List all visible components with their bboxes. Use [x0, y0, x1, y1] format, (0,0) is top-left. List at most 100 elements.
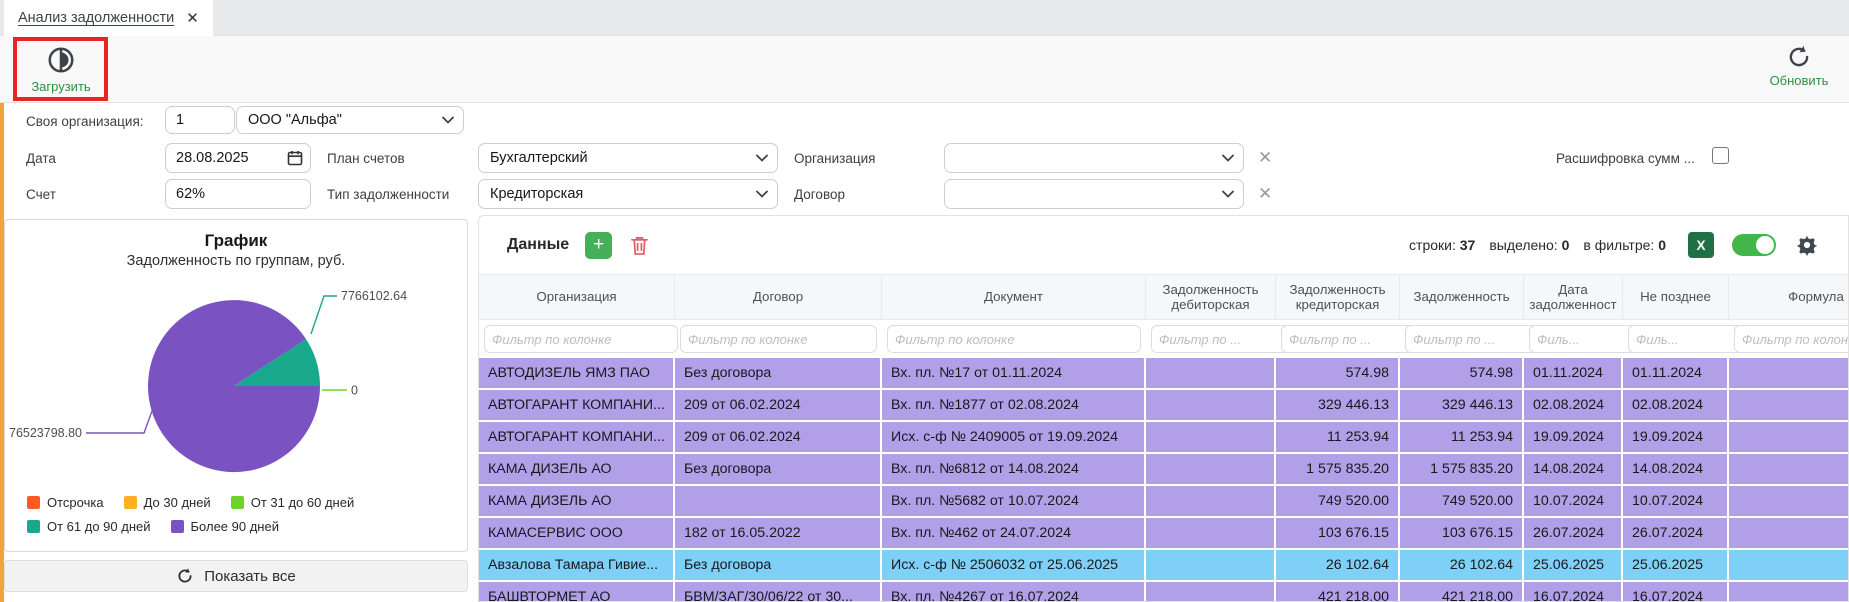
column-header-due_date[interactable]: Не позднее: [1623, 275, 1729, 319]
tab-debt-analysis[interactable]: Анализ задолженности ✕: [4, 0, 213, 36]
filter-cell: [1276, 320, 1400, 358]
tab-title: Анализ задолженности: [18, 10, 174, 26]
cell-due_date: 01.11.2024: [1623, 358, 1729, 390]
table-row[interactable]: БАШВТОРМЕТ АОБВМ/ЗАГ/30/06/22 от 30...Вх…: [479, 582, 1849, 602]
cell-due_date: 02.08.2024: [1623, 390, 1729, 422]
sum-decode-label: Расшифровка сумм ...: [1556, 151, 1695, 166]
pie-slice-more-90[interactable]: [148, 300, 320, 472]
table-toggle-switch[interactable]: [1732, 234, 1776, 256]
filter-cell: [882, 320, 1146, 358]
table-row[interactable]: Авзалова Тамара Гивие...Без договораИсх.…: [479, 550, 1849, 582]
top-toolbar: Загрузить Обновить: [0, 36, 1849, 103]
callout-line-61-90: [311, 296, 337, 334]
table-row[interactable]: АВТОДИЗЕЛЬ ЯМЗ ПАОБез договораВх. пл. №1…: [479, 358, 1849, 390]
column-header-contract[interactable]: Договор: [675, 275, 882, 319]
column-filter-input[interactable]: [895, 332, 1133, 347]
cell-debt: 749 520.00: [1400, 486, 1524, 518]
debt-type-select[interactable]: Кредиторская: [478, 179, 778, 209]
column-header-org[interactable]: Организация: [479, 275, 675, 319]
legend-label: От 31 до 60 дней: [251, 495, 355, 510]
legend-item[interactable]: От 61 до 90 дней: [27, 519, 151, 534]
add-row-button[interactable]: +: [585, 232, 612, 259]
filter-cell: [1623, 320, 1729, 358]
column-filter-input[interactable]: [492, 332, 670, 347]
table-row[interactable]: КАМА ДИЗЕЛЬ АОБез договораВх. пл. №6812 …: [479, 454, 1849, 486]
filter-cell: [1146, 320, 1276, 358]
table-body: АВТОДИЗЕЛЬ ЯМЗ ПАОБез договораВх. пл. №1…: [479, 358, 1848, 602]
gear-icon[interactable]: [1796, 234, 1818, 256]
cell-debit: [1146, 550, 1276, 582]
cell-doc: Вх. пл. №462 от 24.07.2024: [882, 518, 1146, 550]
cell-debt: 11 253.94: [1400, 422, 1524, 454]
cell-org: АВТОГАРАНТ КОМПАНИ...: [479, 422, 675, 454]
cell-debt: 574.98: [1400, 358, 1524, 390]
org-select[interactable]: [944, 143, 1244, 173]
legend-item[interactable]: Отсрочка: [27, 495, 104, 510]
cell-doc: Вх. пл. №1877 от 02.08.2024: [882, 390, 1146, 422]
cell-org: БАШВТОРМЕТ АО: [479, 582, 675, 602]
column-header-debt_date[interactable]: Дата задолженност: [1524, 275, 1623, 319]
delete-row-button[interactable]: [630, 235, 649, 256]
cell-contract: 209 от 06.02.2024: [675, 422, 882, 454]
plan-select[interactable]: Бухгалтерский: [478, 143, 778, 173]
legend-item[interactable]: От 31 до 60 дней: [231, 495, 355, 510]
legend-item[interactable]: Более 90 дней: [171, 519, 279, 534]
excel-export-icon[interactable]: X: [1688, 232, 1714, 258]
refresh-icon: [1786, 44, 1812, 70]
cell-debt_date: 26.07.2024: [1524, 518, 1623, 550]
legend-swatch: [231, 496, 244, 509]
refresh-button[interactable]: Обновить: [1763, 44, 1835, 88]
plan-select-value: Бухгалтерский: [490, 150, 588, 166]
chart-panel: График Задолженность по группам, руб. 77…: [4, 219, 468, 552]
cell-debt_date: 14.08.2024: [1524, 454, 1623, 486]
cell-due_date: 10.07.2024: [1623, 486, 1729, 518]
cell-doc: Вх. пл. №6812 от 14.08.2024: [882, 454, 1146, 486]
column-header-formula[interactable]: Формула: [1729, 275, 1849, 319]
column-header-debt[interactable]: Задолженность: [1400, 275, 1524, 319]
filter-cell: [1729, 320, 1849, 358]
cell-contract: Без договора: [675, 454, 882, 486]
cell-org: Авзалова Тамара Гивие...: [479, 550, 675, 582]
table-row[interactable]: АВТОГАРАНТ КОМПАНИ...209 от 06.02.2024Ис…: [479, 422, 1849, 454]
load-button[interactable]: Загрузить: [22, 40, 100, 98]
cell-debt_date: 01.11.2024: [1524, 358, 1623, 390]
cell-org: КАМАСЕРВИС ООО: [479, 518, 675, 550]
cell-contract: [675, 486, 882, 518]
plan-label: План счетов: [327, 151, 405, 166]
debt-type-select-value: Кредиторская: [490, 186, 583, 202]
legend-item[interactable]: До 30 дней: [124, 495, 211, 510]
legend-swatch: [27, 496, 40, 509]
cell-debt: 329 446.13: [1400, 390, 1524, 422]
column-header-debit[interactable]: Задолженность дебиторская: [1146, 275, 1276, 319]
contract-select[interactable]: [944, 179, 1244, 209]
table-stats: строки: 37 выделено: 0 в фильтре: 0 X: [1409, 232, 1818, 258]
own-org-code-input[interactable]: [165, 106, 235, 134]
cell-credit: 26 102.64: [1276, 550, 1400, 582]
table-toolbar: Данные + строки: 37 выделено: 0 в фильтр…: [479, 216, 1848, 274]
cell-credit: 329 446.13: [1276, 390, 1400, 422]
column-filter-input[interactable]: [688, 332, 869, 347]
org-clear-icon[interactable]: ✕: [1258, 149, 1272, 166]
sum-decode-checkbox[interactable]: [1712, 147, 1729, 164]
cell-debt: 421 218.00: [1400, 582, 1524, 602]
account-input[interactable]: [165, 179, 311, 209]
cell-debit: [1146, 454, 1276, 486]
table-row[interactable]: КАМАСЕРВИС ООО182 от 16.05.2022Вх. пл. №…: [479, 518, 1849, 550]
legend-swatch: [124, 496, 137, 509]
column-filter-input[interactable]: [1742, 332, 1849, 347]
column-header-credit[interactable]: Задолженность кредиторская: [1276, 275, 1400, 319]
table-row[interactable]: АВТОГАРАНТ КОМПАНИ...209 от 06.02.2024Вх…: [479, 390, 1849, 422]
chevron-down-icon: [756, 190, 768, 198]
cell-due_date: 19.09.2024: [1623, 422, 1729, 454]
column-header-doc[interactable]: Документ: [882, 275, 1146, 319]
table-row[interactable]: КАМА ДИЗЕЛЬ АОВх. пл. №5682 от 10.07.202…: [479, 486, 1849, 518]
own-org-select[interactable]: ООО "Альфа": [236, 106, 464, 134]
cell-formula: [1729, 582, 1849, 602]
contract-clear-icon[interactable]: ✕: [1258, 185, 1272, 202]
calendar-icon[interactable]: [287, 150, 303, 166]
cell-debt_date: 16.07.2024: [1524, 582, 1623, 602]
show-all-button[interactable]: Показать все: [4, 560, 468, 592]
cell-org: КАМА ДИЗЕЛЬ АО: [479, 486, 675, 518]
close-tab-icon[interactable]: ✕: [186, 9, 199, 27]
cell-contract: 182 от 16.05.2022: [675, 518, 882, 550]
